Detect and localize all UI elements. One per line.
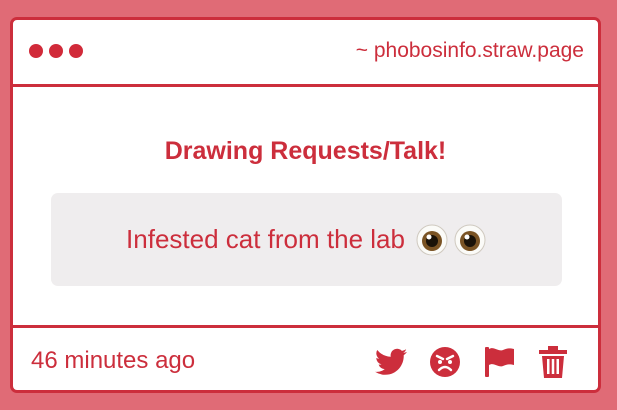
action-bar xyxy=(374,345,570,379)
message-footer: 46 minutes ago xyxy=(13,328,598,390)
trash-icon[interactable] xyxy=(536,345,570,379)
window-dot-icon xyxy=(69,44,83,58)
timestamp: 46 minutes ago xyxy=(31,347,196,374)
flag-icon[interactable] xyxy=(482,345,516,379)
window-controls xyxy=(29,44,83,58)
angry-face-icon[interactable] xyxy=(428,345,462,379)
window-dot-icon xyxy=(49,44,63,58)
message-text: Infested cat from the lab xyxy=(126,224,405,254)
window-dot-icon xyxy=(29,44,43,58)
eyes-emoji-icon xyxy=(415,223,487,257)
message-box: Infested cat from the lab xyxy=(51,193,562,286)
page-title: Drawing Requests/Talk! xyxy=(164,137,447,165)
window-titlebar: ~ phobosinfo.straw.page xyxy=(13,20,598,87)
message-content: Drawing Requests/Talk! Infested cat from… xyxy=(13,87,598,328)
twitter-icon[interactable] xyxy=(374,345,408,379)
page-url: ~ phobosinfo.straw.page xyxy=(355,39,584,62)
message-card: ~ phobosinfo.straw.page Drawing Requests… xyxy=(10,17,601,393)
